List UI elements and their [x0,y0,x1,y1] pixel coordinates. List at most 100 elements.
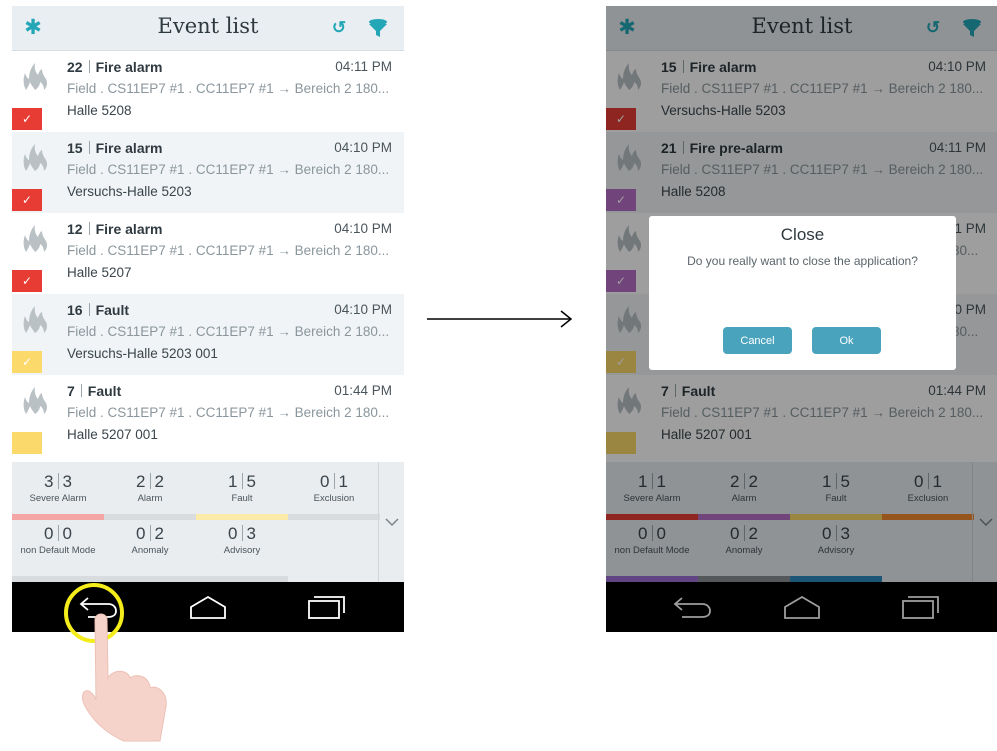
event-time: 04:10 PM [334,221,392,236]
counter-bar [12,514,104,520]
event-location: Versuchs-Halle 5203 001 [67,346,218,361]
event-path: Field . CS11EP7 #1 . CC11EP7 #1 → Bereic… [67,243,390,258]
counter-anomaly[interactable]: 0 2 Anomaly [104,524,196,556]
ok-button[interactable]: Ok [812,327,881,354]
status-indicator: ✓ [12,351,42,373]
close-dialog: Close Do you really want to close the app… [649,216,956,370]
hand-icon [81,613,167,742]
dialog-message: Do you really want to close the applicat… [687,254,918,268]
event-id: 16 [67,302,83,318]
counter-non-default-mode[interactable]: 0 0 non Default Mode [12,524,104,556]
event-header: 12 Fire alarm [67,221,163,237]
status-indicator: ✓ [12,108,42,130]
event-id: 22 [67,59,83,75]
counter-label: Advisory [223,545,261,556]
status-indicator: ✓ [12,189,42,211]
counter-value-a: 2 [136,472,146,491]
separator [88,222,90,235]
event-path: Field . CS11EP7 #1 . CC11EP7 #1 → Bereic… [67,162,390,177]
counter-values: 33 [12,472,104,492]
event-row[interactable]: ✓ 12 Fire alarm 04:10 PM Field . CS11EP7 #1 … [12,213,404,294]
separator [57,473,59,489]
fire-icon [22,223,48,253]
counter-label: Exclusion [313,493,355,504]
counter-value-b: 3 [62,472,72,491]
counter-values: 03 [196,524,288,544]
counter-label: Anomaly [131,545,169,556]
refresh-icon[interactable]: ↺ [328,17,350,39]
counter-values: 02 [104,524,196,544]
counter-values: 00 [12,524,104,544]
counter-bar [196,514,288,520]
event-header: 7 Fault [67,383,121,399]
counter-values: 22 [104,472,196,492]
event-time: 04:10 PM [334,302,392,317]
counter-value-b: 2 [154,472,164,491]
separator [88,303,90,316]
recents-icon[interactable] [302,591,350,623]
counter-summary: 3 3 Severe Alarm 2 2 Alarm 1 5 Fault 0 1 Exclusion 0… [12,462,404,582]
cancel-button[interactable]: Cancel [723,327,792,354]
separator [57,525,59,541]
home-icon[interactable] [184,591,232,623]
counter-label: non Default Mode [20,545,96,556]
separator [149,525,151,541]
arrow-icon [427,310,573,328]
event-path: Field . CS11EP7 #1 . CC11EP7 #1 → Bereic… [67,405,390,420]
counter-label: Severe Alarm [29,493,87,504]
counter-bar [288,514,380,520]
counter-fault[interactable]: 1 5 Fault [196,472,288,504]
counter-alarm[interactable]: 2 2 Alarm [104,472,196,504]
counter-label: Alarm [137,493,163,504]
event-location: Halle 5207 001 [67,427,158,442]
separator [241,525,243,541]
counter-value-b: 2 [154,524,164,543]
event-location: Halle 5207 [67,265,132,280]
event-time: 04:11 PM [335,59,392,74]
title-bar: ✱ Event list ↺ [12,6,404,51]
event-header: 15 Fire alarm [67,140,163,156]
dialog-title: Close [780,225,825,244]
counter-value-a: 1 [228,472,238,491]
counter-exclusion[interactable]: 0 1 Exclusion [288,472,380,504]
event-time: 04:10 PM [334,140,392,155]
event-location: Versuchs-Halle 5203 [67,184,192,199]
phone-after: ✱ Event list ↺ ✓ 15 Fire alarm 04:10 PM Field .… [606,6,997,632]
counter-values: 01 [288,472,380,492]
separator [80,384,82,397]
status-indicator [12,432,42,454]
event-row[interactable]: ✓ 15 Fire alarm 04:10 PM Field . CS11EP7 #1 … [12,132,404,213]
counter-value-b: 5 [246,472,256,491]
fire-icon [22,61,48,91]
separator [88,141,90,154]
counter-value-a: 0 [320,472,330,491]
counter-value-b: 3 [246,524,256,543]
counter-value-b: 1 [338,472,348,491]
event-row[interactable]: 7 Fault 01:44 PM Field . CS11EP7 #1 . CC11E… [12,375,404,456]
fire-icon [22,385,48,415]
event-header: 16 Fault [67,302,129,318]
separator [333,473,335,489]
counter-value-a: 0 [44,524,54,543]
event-path: Field . CS11EP7 #1 . CC11EP7 #1 → Bereic… [67,81,390,96]
event-id: 15 [67,140,83,156]
separator [88,60,90,73]
counter-label: Fault [231,493,253,504]
event-list: ✓ 22 Fire alarm 04:11 PM Field . CS11EP7 #1 … [12,51,404,461]
separator [149,473,151,489]
counter-value-a: 0 [136,524,146,543]
event-row[interactable]: ✓ 16 Fault 04:10 PM Field . CS11EP7 #1 . CC1… [12,294,404,375]
event-type: Fault [95,302,130,318]
counter-value-a: 3 [44,472,54,491]
chevron-down-icon[interactable] [378,462,404,582]
filter-icon[interactable] [367,17,389,39]
counter-severe-alarm[interactable]: 3 3 Severe Alarm [12,472,104,504]
event-id: 12 [67,221,83,237]
counter-advisory[interactable]: 0 3 Advisory [196,524,288,556]
event-type: Fire alarm [95,221,163,237]
event-row[interactable]: ✓ 22 Fire alarm 04:11 PM Field . CS11EP7 #1 … [12,51,404,132]
counter-value-b: 0 [62,524,72,543]
event-type: Fire alarm [95,59,163,75]
status-indicator: ✓ [12,270,42,292]
separator [241,473,243,489]
